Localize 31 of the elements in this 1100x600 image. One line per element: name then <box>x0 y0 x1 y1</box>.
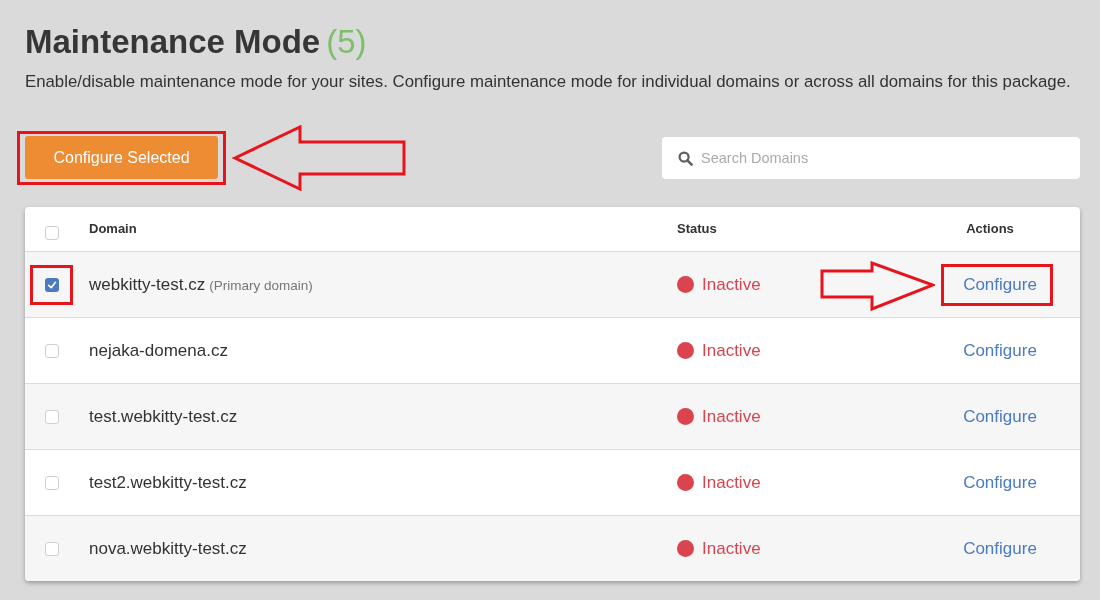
search-icon <box>678 150 693 166</box>
column-header: Status <box>677 220 717 239</box>
configure-link[interactable]: Configure <box>963 404 1037 429</box>
configure-link[interactable]: Configure <box>963 536 1037 561</box>
domain-name: nova.webkitty-test.cz <box>89 537 247 560</box>
configure-selected-button[interactable]: Configure Selected <box>25 136 218 179</box>
page-description: Enable/disable maintenance mode for your sites. Configure maintenance mode for individual domains or across all domains for this package. <box>25 72 1072 92</box>
configure-link[interactable]: Configure <box>963 470 1037 495</box>
search-field[interactable]: Search Domains <box>662 137 1080 179</box>
page-title: Maintenance Mode <box>25 22 321 62</box>
configure-link[interactable]: Configure <box>963 338 1037 363</box>
domain-note: (Primary domain) <box>209 276 313 295</box>
checkbox[interactable] <box>45 277 59 292</box>
status-label: Inactive <box>702 471 761 494</box>
domain-count: (5) <box>326 22 367 62</box>
domain-name: nejaka-domena.cz <box>89 339 228 362</box>
domain-name: test.webkitty-test.cz <box>89 405 238 428</box>
column-header: Domain <box>89 220 137 239</box>
status-label: Inactive <box>702 339 761 362</box>
column-header: Actions <box>966 220 1014 239</box>
checkbox[interactable] <box>45 226 59 240</box>
checkbox[interactable] <box>45 541 59 556</box>
status-label: Inactive <box>702 537 761 560</box>
checkbox[interactable] <box>45 475 59 490</box>
domain-name: test2.webkitty-test.cz <box>89 471 247 494</box>
domain-name: webkitty-test.cz <box>89 273 206 296</box>
configure-link[interactable]: Configure <box>963 272 1037 297</box>
status-label: Inactive <box>702 273 761 296</box>
status-label: Inactive <box>702 405 761 428</box>
checkbox[interactable] <box>45 409 59 424</box>
checkbox[interactable] <box>45 343 59 358</box>
